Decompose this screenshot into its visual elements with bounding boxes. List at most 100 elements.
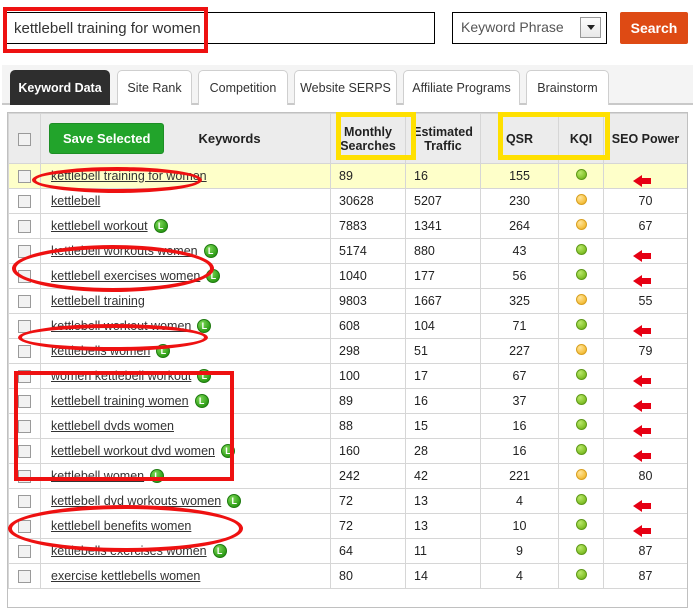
kqi-cell — [558, 238, 604, 264]
monthly-searches-line2: Searches — [340, 138, 396, 153]
low-competition-badge-icon[interactable]: L — [150, 469, 165, 483]
row-checkbox[interactable] — [18, 420, 31, 434]
row-checkbox[interactable] — [18, 370, 31, 384]
table-row: kettlebells women L 298 51 227 79 — [8, 338, 687, 364]
keyword-results-table: Save Selected Keywords Monthly Searches … — [8, 113, 687, 589]
estimated-traffic-cell: 14 — [405, 563, 481, 589]
keyword-link[interactable]: kettlebell dvds women — [51, 419, 174, 433]
keyword-link[interactable]: kettlebell — [51, 194, 100, 208]
tab-brainstorm[interactable]: Brainstorm — [526, 70, 609, 105]
keyword-link[interactable]: kettlebell workout dvd women — [51, 444, 215, 458]
low-competition-badge-icon[interactable]: L — [227, 494, 242, 508]
row-checkbox[interactable] — [18, 170, 31, 184]
row-checkbox[interactable] — [18, 495, 31, 509]
tab-website-serps[interactable]: Website SERPS — [294, 70, 397, 105]
row-select-cell — [8, 538, 41, 564]
keyword-link[interactable]: kettlebells women — [51, 344, 150, 358]
keyword-link[interactable]: kettlebell training — [51, 294, 145, 308]
tab-affiliate-programs[interactable]: Affiliate Programs — [403, 70, 520, 105]
match-type-select[interactable]: Keyword Phrase — [452, 12, 607, 44]
save-selected-button[interactable]: Save Selected — [49, 123, 165, 154]
row-checkbox[interactable] — [18, 470, 31, 484]
keyword-link[interactable]: kettlebell workout — [51, 219, 148, 233]
keyword-cell: kettlebell workout L — [40, 213, 331, 239]
keyword-link[interactable]: kettlebell benefits women — [51, 519, 191, 533]
low-competition-badge-icon[interactable]: L — [194, 394, 209, 408]
qsr-cell: 67 — [480, 363, 559, 389]
kqi-green-indicator-icon — [575, 244, 587, 255]
keyword-link[interactable]: kettlebell training for women — [51, 169, 207, 183]
keyword-link[interactable]: kettlebell dvd workouts women — [51, 494, 221, 508]
tab-site-rank[interactable]: Site Rank — [117, 70, 192, 105]
keyword-link[interactable]: kettlebell women — [51, 469, 144, 483]
kqi-green-indicator-icon — [575, 569, 587, 580]
keyword-link[interactable]: kettlebells exercises women — [51, 544, 207, 558]
search-button[interactable]: Search — [620, 12, 688, 44]
row-checkbox[interactable] — [18, 245, 31, 259]
qsr-cell: 155 — [480, 163, 559, 189]
monthly-searches-cell: 9803 — [330, 288, 406, 314]
estimated-traffic-header[interactable]: Estimated Traffic — [405, 113, 481, 164]
low-competition-badge-icon[interactable]: L — [197, 319, 212, 333]
keyword-link[interactable]: kettlebell exercises women — [51, 269, 200, 283]
seo-power-cell — [603, 238, 687, 264]
monthly-searches-header[interactable]: Monthly Searches — [330, 113, 406, 164]
row-checkbox[interactable] — [18, 545, 31, 559]
keyword-link[interactable]: kettlebell training women — [51, 394, 189, 408]
row-checkbox[interactable] — [18, 345, 31, 359]
row-checkbox[interactable] — [18, 295, 31, 309]
estimated-traffic-cell: 177 — [405, 263, 481, 289]
low-competition-badge-icon[interactable]: L — [156, 344, 171, 358]
qsr-header[interactable]: QSR — [480, 113, 559, 164]
low-competition-badge-icon[interactable]: L — [153, 219, 168, 233]
seo-power-cell — [603, 363, 687, 389]
keyword-cell: kettlebell training women L — [40, 388, 331, 414]
row-checkbox[interactable] — [18, 320, 31, 334]
table-body: kettlebell training for women 89 16 155 kett… — [8, 163, 687, 589]
tab-competition[interactable]: Competition — [198, 70, 288, 105]
keyword-link[interactable]: women kettlebell workout — [51, 369, 191, 383]
row-checkbox[interactable] — [18, 570, 31, 584]
keyword-link[interactable]: kettlebell workout women — [51, 319, 191, 333]
qsr-cell: 227 — [480, 338, 559, 364]
kqi-green-indicator-icon — [575, 394, 587, 405]
row-checkbox[interactable] — [18, 520, 31, 534]
row-select-cell — [8, 438, 41, 464]
low-competition-badge-icon[interactable]: L — [212, 544, 227, 558]
low-competition-badge-icon[interactable]: L — [220, 444, 235, 458]
kqi-cell — [558, 438, 604, 464]
keyword-link[interactable]: kettlebell workouts women — [51, 244, 198, 258]
table-row: kettlebells exercises women L 64 11 9 87 — [8, 538, 687, 564]
table-row: kettlebell benefits women 72 13 10 — [8, 513, 687, 539]
low-competition-badge-icon[interactable]: L — [206, 269, 221, 283]
keyword-link[interactable]: exercise kettlebells women — [51, 569, 200, 583]
monthly-searches-cell: 89 — [330, 163, 406, 189]
monthly-searches-cell: 5174 — [330, 238, 406, 264]
kqi-orange-indicator-icon — [575, 294, 587, 305]
seo-power-cell: 87 — [603, 538, 687, 564]
row-checkbox[interactable] — [18, 445, 31, 459]
seo-power-cell — [603, 388, 687, 414]
row-checkbox[interactable] — [18, 220, 31, 234]
table-row: exercise kettlebells women 80 14 4 87 — [8, 563, 687, 589]
keyword-search-input[interactable] — [5, 12, 435, 44]
kqi-cell — [558, 363, 604, 389]
low-competition-badge-icon[interactable]: L — [197, 369, 212, 383]
keyword-cell: exercise kettlebells women — [40, 563, 331, 589]
row-checkbox[interactable] — [18, 395, 31, 409]
select-all-checkbox[interactable] — [18, 132, 31, 146]
monthly-searches-cell: 89 — [330, 388, 406, 414]
kqi-header[interactable]: KQI — [558, 113, 604, 164]
keyword-cell: kettlebell — [40, 188, 331, 214]
row-checkbox[interactable] — [18, 270, 31, 284]
tab-label: Brainstorm — [537, 81, 598, 95]
keyword-cell: kettlebell training for women — [40, 163, 331, 189]
row-select-cell — [8, 163, 41, 189]
kqi-orange-indicator-icon — [575, 194, 587, 205]
tab-keyword-data[interactable]: Keyword Data — [10, 70, 110, 105]
chevron-down-icon[interactable] — [580, 17, 601, 38]
seo-power-header[interactable]: SEO Power — [603, 113, 687, 164]
row-checkbox[interactable] — [18, 195, 31, 209]
low-competition-badge-icon[interactable]: L — [203, 244, 218, 258]
kqi-cell — [558, 163, 604, 189]
